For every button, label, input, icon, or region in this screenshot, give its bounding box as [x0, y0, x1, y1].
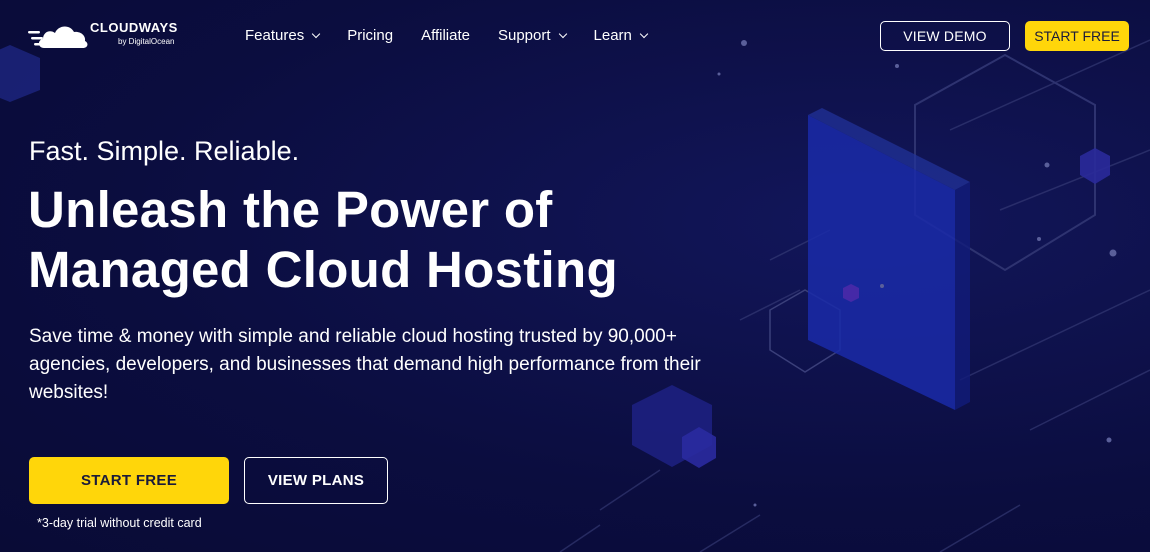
- nav-item-label: Support: [497, 26, 551, 44]
- nav-item-learn[interactable]: Learn: [593, 24, 649, 46]
- hero-headline: Unleash the Power of Managed Cloud Hosti…: [28, 180, 728, 300]
- hero-description: Save time & money with simple and reliab…: [29, 326, 701, 403]
- main-nav: Features Pricing Affiliate Support Learn: [245, 24, 649, 46]
- chevron-down-icon: [558, 29, 567, 38]
- view-demo-button[interactable]: VIEW DEMO: [880, 21, 1010, 51]
- header-start-free-button[interactable]: START FREE: [1025, 21, 1129, 51]
- nav-item-support[interactable]: Support: [497, 24, 567, 46]
- nav-item-label: Affiliate: [421, 26, 470, 44]
- nav-item-label: Features: [245, 26, 305, 44]
- chevron-down-icon: [311, 29, 321, 38]
- logo-name: CLOUDWAYS: [90, 20, 178, 35]
- start-free-button[interactable]: START FREE: [29, 457, 229, 504]
- landing-page: CLOUDWAYS by DigitalOcean Features Prici…: [0, 0, 1150, 552]
- cloudways-logo[interactable]: CLOUDWAYS by DigitalOcean: [28, 16, 198, 52]
- nav-item-label: Pricing: [347, 26, 394, 44]
- nav-item-features[interactable]: Features: [245, 24, 321, 46]
- nav-item-label: Learn: [593, 26, 632, 44]
- cloud-logo-icon: [28, 26, 88, 48]
- hero-eyebrow: Fast. Simple. Reliable.: [29, 136, 300, 166]
- chevron-down-icon: [639, 29, 649, 38]
- trial-note: *3-day trial without credit card: [37, 516, 202, 530]
- nav-item-pricing[interactable]: Pricing: [347, 24, 393, 46]
- view-plans-button[interactable]: VIEW PLANS: [244, 457, 388, 504]
- headline-line-2: Managed Cloud Hosting: [28, 241, 618, 298]
- nav-item-affiliate[interactable]: Affiliate: [421, 24, 470, 46]
- logo-subtitle: by DigitalOcean: [118, 37, 175, 46]
- headline-line-1: Unleash the Power of: [28, 181, 553, 238]
- site-header: CLOUDWAYS by DigitalOcean Features Prici…: [0, 0, 1150, 72]
